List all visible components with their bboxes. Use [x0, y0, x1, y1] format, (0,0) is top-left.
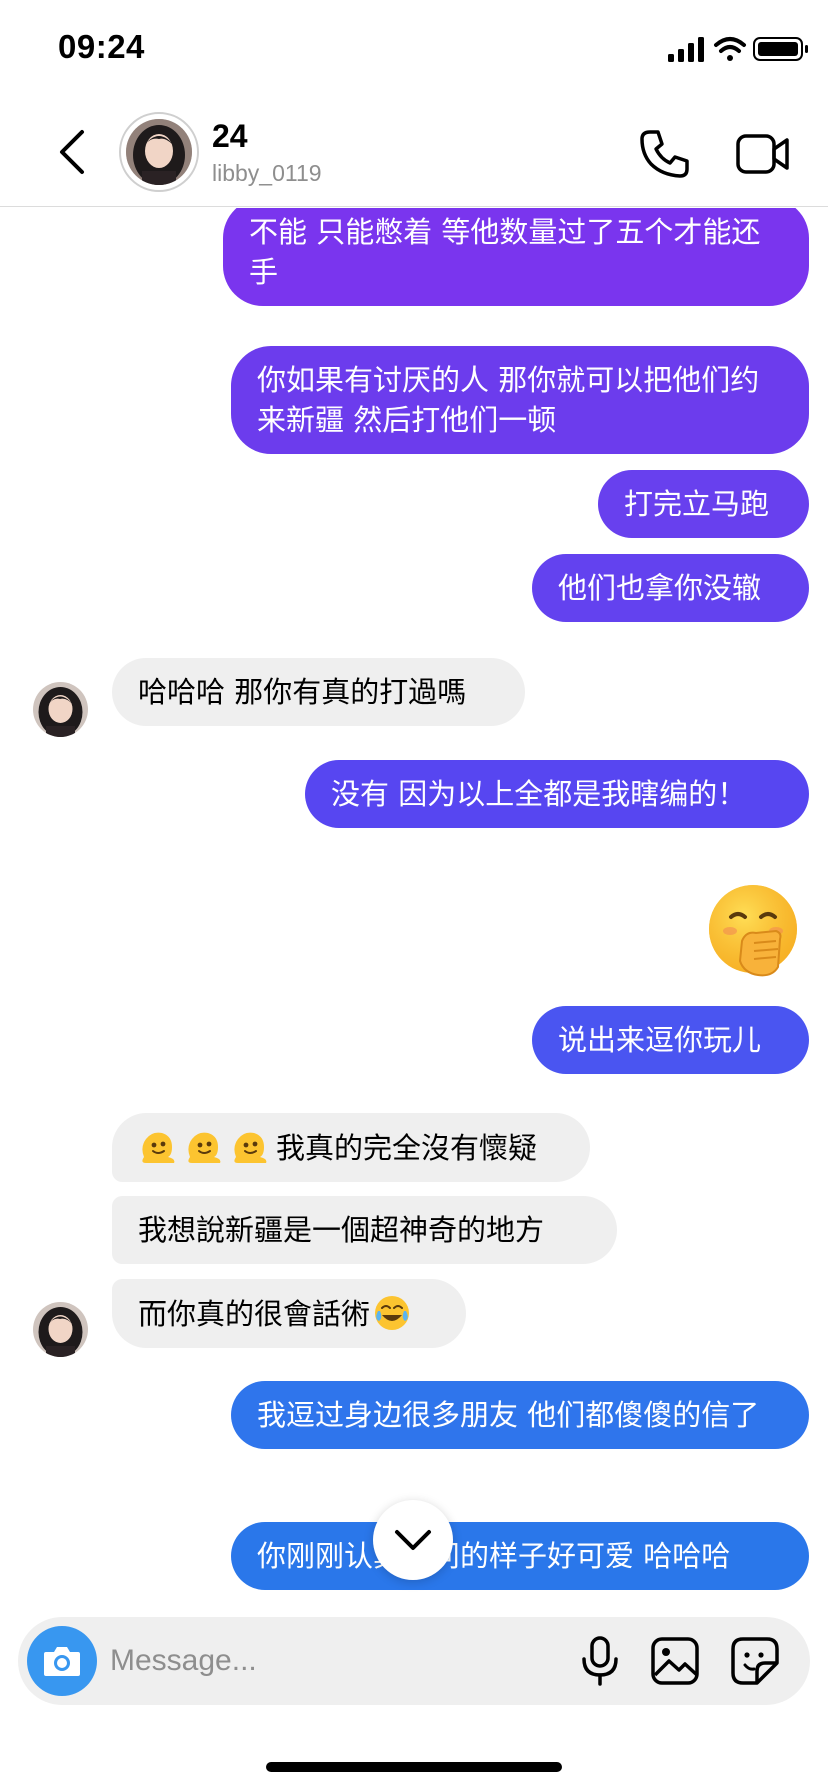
message-bubble-outgoing[interactable]: 说出来逗你玩儿	[532, 1006, 809, 1074]
camera-button[interactable]	[27, 1626, 97, 1696]
message-bubble-outgoing[interactable]: 不能 只能憋着 等他数量过了五个才能还手	[223, 208, 809, 306]
message-bubble-outgoing[interactable]: 没有 因为以上全都是我瞎编的！	[305, 760, 809, 828]
sender-avatar[interactable]	[33, 1302, 88, 1357]
message-input[interactable]	[110, 1635, 490, 1687]
message-bubble-outgoing[interactable]: 打完立马跑	[598, 470, 809, 538]
message-text: 我真的完全沒有懷疑	[276, 1131, 538, 1165]
message-bubble-outgoing[interactable]: 你刚刚认真提问的样子好可爱 哈哈哈	[231, 1522, 809, 1590]
message-composer	[18, 1617, 810, 1705]
image-icon	[651, 1637, 699, 1685]
status-bar: 09:24	[0, 0, 828, 100]
melting-face-icon	[230, 1127, 270, 1167]
video-camera-icon	[736, 134, 789, 174]
camera-icon	[44, 1647, 80, 1676]
gallery-button[interactable]	[649, 1635, 701, 1687]
message-bubble-incoming[interactable]: 而你真的很會話術	[112, 1279, 466, 1348]
face-with-hand-over-mouth-icon[interactable]	[706, 883, 804, 981]
message-thread[interactable]: 不能 只能憋着 等他数量过了五个才能还手 你如果有讨厌的人 那你就可以把他们约来…	[0, 208, 828, 1608]
avatar-image	[126, 119, 192, 185]
message-bubble-outgoing[interactable]: 我逗过身边很多朋友 他们都傻傻的信了	[231, 1381, 809, 1449]
voice-call-button[interactable]	[636, 126, 692, 182]
contact-name[interactable]: 24	[212, 118, 248, 155]
message-bubble-outgoing[interactable]: 他们也拿你没辙	[532, 554, 809, 622]
sticker-icon	[731, 1637, 779, 1685]
message-text: 而你真的很會話術	[138, 1297, 371, 1331]
phone-icon	[640, 130, 689, 178]
battery-icon	[753, 37, 808, 61]
message-bubble-incoming[interactable]: 哈哈哈 那你有真的打過嗎	[112, 658, 525, 726]
face-with-tears-of-joy-icon	[372, 1293, 412, 1333]
melting-face-icon	[184, 1127, 224, 1167]
sticker-button[interactable]	[729, 1635, 781, 1687]
cellular-signal-icon	[668, 37, 704, 62]
message-bubble-incoming[interactable]: 我真的完全沒有懷疑	[112, 1113, 590, 1182]
contact-avatar[interactable]	[119, 112, 199, 192]
status-time: 09:24	[58, 28, 145, 65]
sender-avatar[interactable]	[33, 682, 88, 737]
home-indicator	[266, 1762, 562, 1772]
message-bubble-incoming[interactable]: 我想說新疆是一個超神奇的地方	[112, 1196, 617, 1264]
back-button[interactable]	[50, 122, 94, 182]
status-icons	[628, 34, 828, 64]
voice-message-button[interactable]	[578, 1635, 622, 1687]
message-bubble-outgoing[interactable]: 你如果有讨厌的人 那你就可以把他们约来新疆 然后打他们一顿	[231, 346, 809, 454]
wifi-icon	[714, 37, 746, 61]
microphone-icon	[582, 1636, 618, 1686]
video-call-button[interactable]	[735, 130, 791, 178]
melting-face-icon	[138, 1127, 178, 1167]
chevron-down-icon	[395, 1530, 431, 1550]
scroll-to-bottom-button[interactable]	[373, 1500, 453, 1580]
chat-header: 24 libby_0119	[0, 100, 828, 207]
chevron-left-icon	[60, 130, 84, 174]
contact-handle[interactable]: libby_0119	[212, 160, 322, 187]
